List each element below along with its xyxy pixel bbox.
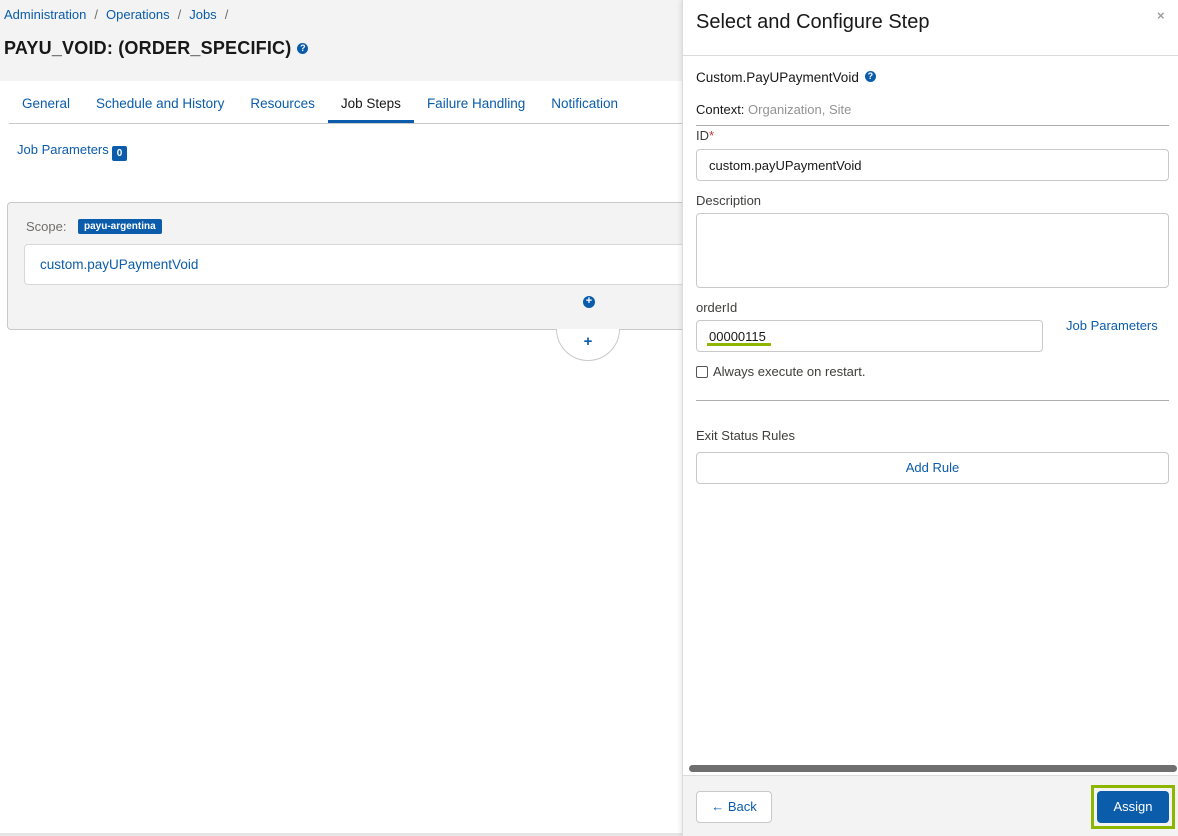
description-field[interactable]	[696, 213, 1169, 288]
close-icon[interactable]: ×	[1157, 8, 1165, 23]
breadcrumb-jobs[interactable]: Jobs	[189, 7, 216, 22]
help-icon[interactable]: ?	[297, 43, 309, 54]
configure-step-panel: Select and Configure Step × Custom.PayUP…	[682, 0, 1178, 836]
job-parameters-count-badge: 0	[111, 146, 128, 161]
id-label-text: ID	[696, 128, 709, 143]
context-label: Context:	[696, 102, 745, 117]
help-icon[interactable]: ?	[864, 71, 876, 82]
job-parameters-link[interactable]: Job Parameters	[1066, 318, 1158, 333]
breadcrumb-administration[interactable]: Administration	[4, 7, 86, 22]
back-button[interactable]: ← Back	[696, 791, 772, 823]
checkbox-label: Always execute on restart.	[713, 364, 866, 379]
breadcrumb-separator: /	[94, 7, 98, 22]
description-label: Description	[696, 193, 762, 208]
divider	[683, 55, 1178, 56]
job-parameters: Job Parameters 0	[17, 142, 128, 161]
arrow-left-icon: ←	[711, 799, 725, 814]
job-parameters-link[interactable]: Job Parameters	[17, 142, 109, 157]
id-field[interactable]: custom.payUPaymentVoid	[696, 149, 1169, 181]
breadcrumb-separator: /	[177, 7, 182, 22]
breadcrumb-separator: /	[224, 7, 229, 22]
scope-container: Scope: payu-argentina custom.payUPayment…	[7, 202, 704, 330]
context-value: Organization, Site	[748, 102, 852, 117]
tab-failure-handling[interactable]: Failure Handling	[414, 86, 538, 123]
step-name-text: Custom.PayUPaymentVoid	[696, 70, 859, 85]
id-label: ID*	[696, 128, 714, 143]
context-info: Context: Organization, Site	[696, 102, 851, 117]
add-rule-button[interactable]: Add Rule	[696, 452, 1169, 484]
scope-badge: payu-argentina	[78, 219, 162, 234]
divider	[696, 400, 1169, 401]
divider	[696, 125, 1169, 126]
add-flow-button[interactable]: +	[556, 329, 620, 361]
required-marker: *	[709, 128, 715, 143]
job-page: Administration / Operations / Jobs / PAYU_VOI…	[0, 0, 704, 836]
page-title-text: PAYU_VOID: (ORDER_SPECIFIC)	[4, 38, 292, 58]
assign-highlight: Assign	[1091, 785, 1175, 829]
panel-footer: ← Back Assign	[683, 775, 1178, 836]
breadcrumb: Administration / Operations / Jobs /	[4, 7, 236, 22]
job-step-item[interactable]: custom.payUPaymentVoid	[24, 244, 704, 285]
exit-status-rules-label: Exit Status Rules	[696, 428, 795, 443]
panel-title: Select and Configure Step	[696, 11, 930, 33]
tab-bar: General Schedule and History Resources J…	[9, 86, 682, 124]
horizontal-scrollbar[interactable]	[689, 765, 1177, 772]
tab-schedule-and-history[interactable]: Schedule and History	[83, 86, 237, 123]
order-id-label: orderId	[696, 300, 738, 315]
step-name: Custom.PayUPaymentVoid?	[696, 70, 876, 85]
tab-notification[interactable]: Notification	[538, 86, 631, 123]
order-id-field[interactable]: 00000115	[696, 320, 1043, 352]
job-step-link[interactable]: custom.payUPaymentVoid	[40, 257, 198, 272]
breadcrumb-operations[interactable]: Operations	[106, 7, 170, 22]
scope-label: Scope:	[26, 219, 67, 234]
page-title: PAYU_VOID: (ORDER_SPECIFIC)?	[4, 38, 309, 59]
add-step-icon[interactable]: +	[583, 296, 595, 308]
tab-job-steps[interactable]: Job Steps	[327, 86, 414, 123]
page-header: Administration / Operations / Jobs / PAYU_VOI…	[0, 0, 682, 81]
tab-general[interactable]: General	[9, 86, 83, 123]
assign-button[interactable]: Assign	[1097, 791, 1169, 823]
always-execute-checkbox[interactable]: Always execute on restart.	[696, 364, 865, 379]
order-id-value: 00000115	[709, 329, 766, 344]
back-button-label: Back	[727, 799, 757, 814]
checkbox-box[interactable]	[696, 365, 708, 378]
highlight-underline	[707, 343, 771, 346]
tab-resources[interactable]: Resources	[237, 86, 328, 123]
